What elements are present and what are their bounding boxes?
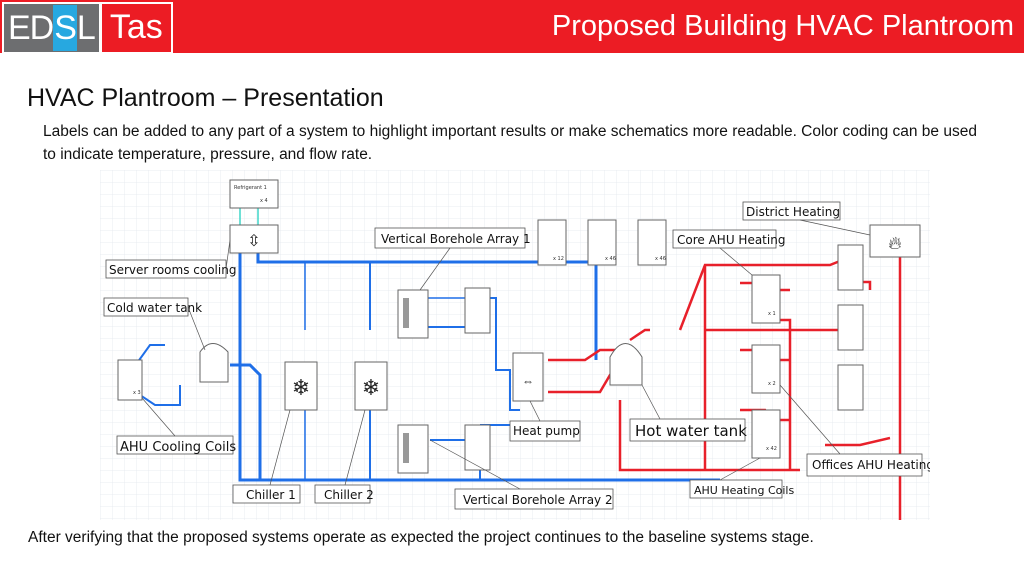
grid-background xyxy=(100,170,930,520)
label-district-heating: District Heating xyxy=(746,205,840,219)
heat-pump-icon: ⇔ xyxy=(522,374,534,388)
radiator-1-mult: x 12 xyxy=(553,256,564,262)
label-cold-water-tank: Cold water tank xyxy=(107,301,202,315)
core-heating-mult: x 1 xyxy=(768,311,776,317)
borehole-icon xyxy=(403,433,409,463)
radiator-2-mult: x 46 xyxy=(605,256,616,262)
logo-l: L xyxy=(76,9,96,47)
header-bar: ED S L Tas Proposed Building HVAC Plantroo… xyxy=(0,0,1024,54)
borehole-2[interactable] xyxy=(397,424,429,474)
snowflake-icon: ❄ xyxy=(292,375,310,400)
logo-ed: ED xyxy=(8,9,54,47)
label-heat-pump: Heat pump xyxy=(513,424,580,438)
label-vertical-borehole-array-2: Vertical Borehole Array 2 xyxy=(463,493,613,507)
label-chiller-1: Chiller 1 xyxy=(246,488,296,502)
logo-s: S xyxy=(53,5,77,51)
refrigerant-title: Refrigerant 1 xyxy=(234,185,267,191)
zone-heating-mult: x 42 xyxy=(766,446,777,452)
exchanger-arrows-icon: ⇳ xyxy=(247,233,260,250)
footer-text: After verifying that the proposed system… xyxy=(28,529,814,546)
heat-exchanger-1[interactable] xyxy=(464,287,491,334)
label-ahu-heating-coils: AHU Heating Coils xyxy=(694,484,794,497)
section-heading: HVAC Plantroom – Presentation xyxy=(27,84,384,112)
core-ahu-heating-box[interactable] xyxy=(751,274,781,324)
label-server-rooms-cooling: Server rooms cooling xyxy=(109,263,236,277)
offices-heating-mult: x 2 xyxy=(768,381,776,387)
hot-water-tank[interactable] xyxy=(609,343,643,386)
label-vertical-borehole-array-1: Vertical Borehole Array 1 xyxy=(381,232,531,246)
snowflake-icon: ❄ xyxy=(362,375,380,400)
borehole-icon xyxy=(403,298,409,328)
ahu-cooling-mult: x 3 xyxy=(133,390,141,396)
core-heat-exchanger[interactable] xyxy=(837,244,864,291)
slide-title: Proposed Building HVAC Plantroom xyxy=(551,10,1014,42)
label-ahu-cooling-coils: AHU Cooling Coils xyxy=(120,440,236,455)
description-text: Labels can be added to any part of a sys… xyxy=(43,123,977,163)
heat-exchanger-2[interactable] xyxy=(464,424,491,471)
edsl-tas-logo: ED S L Tas xyxy=(2,2,173,54)
label-core-ahu-heating: Core AHU Heating xyxy=(677,233,785,247)
cold-water-tank[interactable] xyxy=(199,343,229,383)
label-chiller-2: Chiller 2 xyxy=(324,488,374,502)
borehole-1[interactable] xyxy=(397,289,429,339)
offices-ahu-heating-box[interactable] xyxy=(751,344,781,394)
label-offices-ahu-heating: Offices AHU Heating xyxy=(812,458,930,472)
logo-tas: Tas xyxy=(101,4,171,52)
hvac-schematic: ❄ ❄ 🔥︎ ⇳ ⇔ Server rooms cooling Cold wat… xyxy=(100,170,930,520)
logo-edsl: ED S L xyxy=(4,4,99,52)
label-hot-water-tank: Hot water tank xyxy=(635,422,747,440)
flame-icon: 🔥︎ xyxy=(888,233,901,253)
zone-heat-exchanger[interactable] xyxy=(837,364,864,411)
offices-heat-exchanger[interactable] xyxy=(837,304,864,351)
refrigerant-mult: x 4 xyxy=(260,198,268,204)
radiator-3-mult: x 46 xyxy=(655,256,666,262)
